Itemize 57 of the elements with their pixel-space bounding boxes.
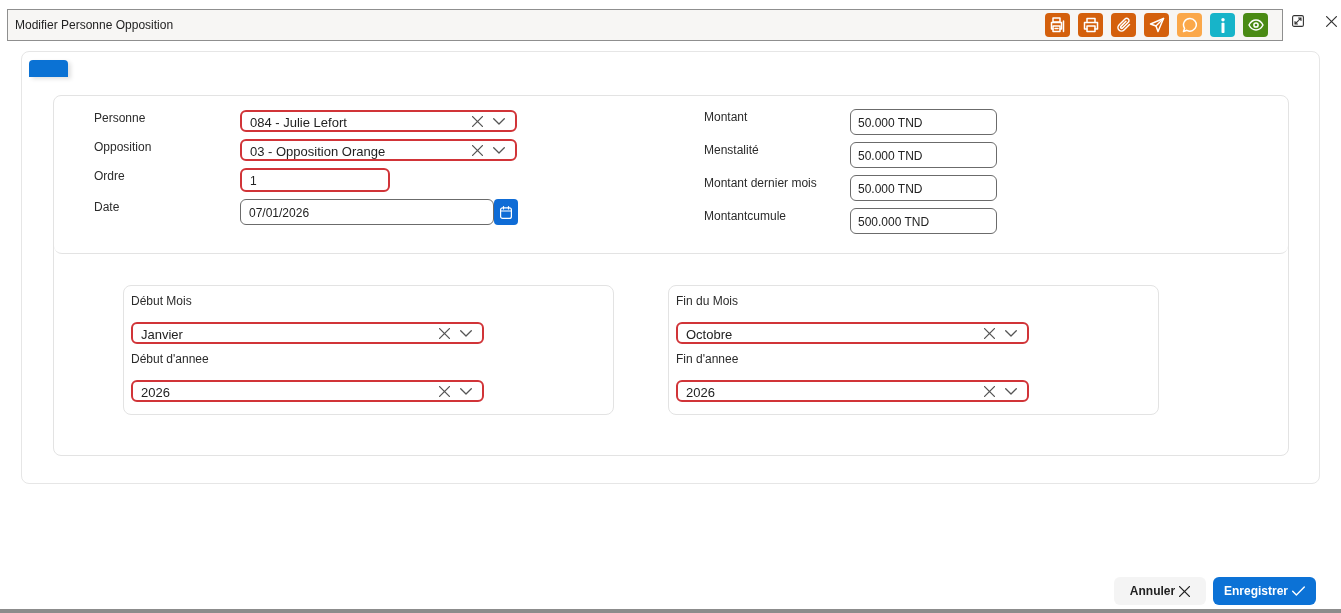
fax-icon <box>1049 17 1066 33</box>
select-field[interactable]: 084 - Julie Lefort <box>240 110 517 132</box>
toolbar-button[interactable] <box>1111 13 1136 37</box>
select-field[interactable]: Octobre <box>676 322 1029 344</box>
save-button[interactable]: Enregistrer <box>1213 577 1316 605</box>
clear-icon[interactable] <box>439 327 450 339</box>
clear-icon[interactable] <box>984 327 995 339</box>
field-label: Montant <box>704 109 749 125</box>
close-icon <box>1179 585 1191 597</box>
expand-icon[interactable] <box>1292 15 1304 27</box>
field-label: Début Mois <box>131 294 192 309</box>
select-field[interactable]: 2026 <box>131 380 484 402</box>
clear-icon[interactable] <box>472 115 483 127</box>
eye-icon <box>1247 17 1264 33</box>
chevron-down-icon[interactable] <box>493 117 505 125</box>
amount-field[interactable]: 50.000 TND <box>850 109 997 135</box>
toolbar-button[interactable] <box>1078 13 1103 37</box>
calendar-button[interactable] <box>494 199 518 225</box>
calendar-icon <box>500 205 512 219</box>
toolbar-button[interactable] <box>1243 13 1268 37</box>
cancel-button[interactable]: Annuler <box>1114 577 1206 605</box>
clear-icon[interactable] <box>984 385 995 397</box>
chevron-down-icon[interactable] <box>460 329 472 337</box>
amount-field[interactable]: 50.000 TND <box>850 142 997 168</box>
toolbar-button[interactable] <box>1144 13 1169 37</box>
field-label: Montant dernier mois <box>704 175 818 191</box>
chevron-down-icon[interactable] <box>460 387 472 395</box>
field-label: Montantcumule <box>704 208 788 224</box>
amount-field[interactable]: 50.000 TND <box>850 175 997 201</box>
field-label: Fin d'annee <box>676 352 739 367</box>
chevron-down-icon[interactable] <box>493 146 505 154</box>
input-field[interactable]: 1 <box>240 168 390 192</box>
field-label: Ordre <box>94 168 126 184</box>
select-field[interactable]: Janvier <box>131 322 484 344</box>
date-field[interactable]: 07/01/2026 <box>240 199 494 225</box>
field-label: Personne <box>94 110 147 126</box>
window-title: Modifier Personne Opposition <box>15 17 174 33</box>
chat-bubble-icon <box>1181 17 1198 33</box>
field-label: Opposition <box>94 139 153 155</box>
printer-icon <box>1082 17 1099 33</box>
close-icon[interactable] <box>1326 15 1337 27</box>
toolbar-button[interactable] <box>1045 13 1070 37</box>
field-label: Date <box>94 199 121 215</box>
chevron-down-icon[interactable] <box>1005 329 1017 337</box>
amount-field[interactable]: 500.000 TND <box>850 208 997 234</box>
field-label: Menstalité <box>704 142 760 158</box>
clear-icon[interactable] <box>472 144 483 156</box>
check-icon <box>1292 586 1305 596</box>
paper-plane-icon <box>1148 17 1165 33</box>
field-label: Fin du Mois <box>676 294 739 309</box>
info-icon <box>1220 17 1225 33</box>
clear-icon[interactable] <box>439 385 450 397</box>
chevron-down-icon[interactable] <box>1005 387 1017 395</box>
select-field[interactable]: 2026 <box>676 380 1029 402</box>
field-label: Début d'annee <box>131 352 209 367</box>
select-field[interactable]: 03 - Opposition Orange <box>240 139 517 161</box>
paperclip-icon <box>1115 17 1132 33</box>
